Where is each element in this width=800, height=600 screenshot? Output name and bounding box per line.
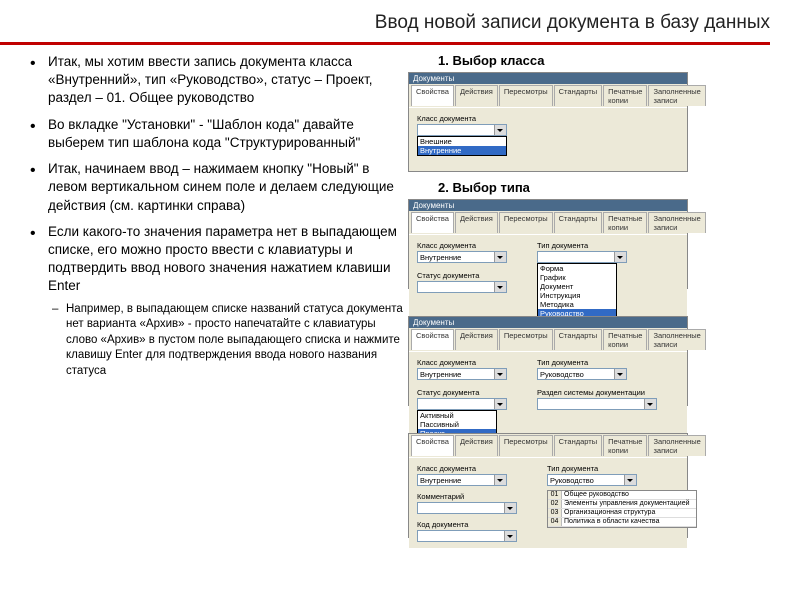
status-label: Статус документа	[417, 271, 507, 280]
status-dropdown[interactable]	[417, 281, 507, 293]
tab-properties[interactable]: Свойства	[411, 85, 454, 106]
text-column: Итак, мы хотим ввести запись документа к…	[10, 53, 408, 546]
screenshot-3: Документы Свойства Действия Пересмотры С…	[408, 316, 688, 406]
list-item[interactable]: Инструкция	[538, 291, 616, 300]
tab-properties[interactable]: Свойства	[411, 435, 454, 456]
step-2-label: 2. Выбор типа	[438, 180, 788, 195]
comment-label: Комментарий	[417, 492, 517, 501]
tab-properties[interactable]: Свойства	[411, 212, 454, 233]
tab-row: Свойства Действия Пересмотры Стандарты П…	[409, 434, 687, 458]
tab-standards[interactable]: Стандарты	[554, 435, 602, 456]
list-item[interactable]: Форма	[538, 264, 616, 273]
step-1-label: 1. Выбор класса	[438, 53, 788, 68]
tab-actions[interactable]: Действия	[455, 435, 498, 456]
tab-actions[interactable]: Действия	[455, 329, 498, 350]
tab-standards[interactable]: Стандарты	[554, 85, 602, 106]
section-dropdown[interactable]	[537, 398, 657, 410]
code-input[interactable]	[417, 530, 517, 542]
class-label: Класс документа	[417, 114, 679, 123]
list-item[interactable]: Методика	[538, 300, 616, 309]
tab-prints[interactable]: Печатные копии	[603, 329, 647, 350]
tab-revisions[interactable]: Пересмотры	[499, 212, 553, 233]
tab-records[interactable]: Заполненные записи	[648, 212, 705, 233]
class-label: Класс документа	[417, 464, 517, 473]
type-label: Тип документа	[537, 358, 657, 367]
class-listbox[interactable]: Внешние Внутренние	[417, 136, 507, 156]
comment-input[interactable]	[417, 502, 517, 514]
bullet-item: Если какого-то значения параметра нет в …	[30, 223, 408, 379]
section-table[interactable]: 01Общее руководство 02Элементы управлени…	[547, 490, 697, 528]
window-titlebar: Документы	[409, 317, 687, 328]
bullet-item: Во вкладке "Установки" - "Шаблон кода" д…	[30, 116, 408, 152]
list-item[interactable]: Документ	[538, 282, 616, 291]
window-titlebar: Документы	[409, 200, 687, 211]
tab-actions[interactable]: Действия	[455, 212, 498, 233]
tab-standards[interactable]: Стандарты	[554, 329, 602, 350]
tab-properties[interactable]: Свойства	[411, 329, 454, 350]
screenshot-2: Документы Свойства Действия Пересмотры С…	[408, 199, 688, 289]
class-dropdown[interactable]	[417, 124, 507, 136]
sub-bullet-item: Например, в выпадающем списке названий с…	[48, 302, 408, 380]
tab-row: Свойства Действия Пересмотры Стандарты П…	[409, 84, 687, 108]
tab-prints[interactable]: Печатные копии	[603, 212, 647, 233]
tab-row: Свойства Действия Пересмотры Стандарты П…	[409, 328, 687, 352]
tab-records[interactable]: Заполненные записи	[648, 329, 705, 350]
bullet-item: Итак, начинаем ввод – нажимаем кнопку "Н…	[30, 160, 408, 215]
list-item[interactable]: Активный	[418, 411, 496, 420]
screenshot-1: Документы Свойства Действия Пересмотры С…	[408, 72, 688, 172]
tab-standards[interactable]: Стандарты	[554, 212, 602, 233]
type-dropdown[interactable]: Руководство	[537, 368, 627, 380]
tab-prints[interactable]: Печатные копии	[603, 435, 647, 456]
tab-revisions[interactable]: Пересмотры	[499, 85, 553, 106]
list-item[interactable]: График	[538, 273, 616, 282]
screenshot-4: Свойства Действия Пересмотры Стандарты П…	[408, 433, 688, 538]
class-dropdown[interactable]: Внутренние	[417, 368, 507, 380]
tab-records[interactable]: Заполненные записи	[648, 85, 705, 106]
tab-revisions[interactable]: Пересмотры	[499, 329, 553, 350]
slide-title: Ввод новой записи документа в базу данны…	[0, 0, 800, 42]
tab-actions[interactable]: Действия	[455, 85, 498, 106]
bullet-item: Итак, мы хотим ввести запись документа к…	[30, 53, 408, 108]
class-label: Класс документа	[417, 358, 507, 367]
tab-revisions[interactable]: Пересмотры	[499, 435, 553, 456]
window-titlebar: Документы	[409, 73, 687, 84]
list-item[interactable]: Внешние	[418, 137, 506, 146]
list-item[interactable]: Пассивный	[418, 420, 496, 429]
screenshots-column: 1. Выбор класса Документы Свойства Дейст…	[408, 53, 788, 546]
class-dropdown[interactable]: Внутренние	[417, 251, 507, 263]
type-dropdown[interactable]: Руководство	[547, 474, 637, 486]
tab-records[interactable]: Заполненные записи	[648, 435, 705, 456]
class-label: Класс документа	[417, 241, 507, 250]
tab-row: Свойства Действия Пересмотры Стандарты П…	[409, 211, 687, 235]
type-dropdown[interactable]	[537, 251, 627, 263]
list-item[interactable]: Внутренние	[418, 146, 506, 155]
section-label: Раздел системы документации	[537, 388, 657, 397]
code-label: Код документа	[417, 520, 517, 529]
class-dropdown[interactable]: Внутренние	[417, 474, 507, 486]
status-label: Статус документа	[417, 388, 507, 397]
divider	[0, 42, 770, 45]
status-dropdown[interactable]	[417, 398, 507, 410]
type-label: Тип документа	[537, 241, 627, 250]
type-listbox[interactable]: Форма График Документ Инструкция Методик…	[537, 263, 617, 319]
type-label: Тип документа	[547, 464, 697, 473]
tab-prints[interactable]: Печатные копии	[603, 85, 647, 106]
